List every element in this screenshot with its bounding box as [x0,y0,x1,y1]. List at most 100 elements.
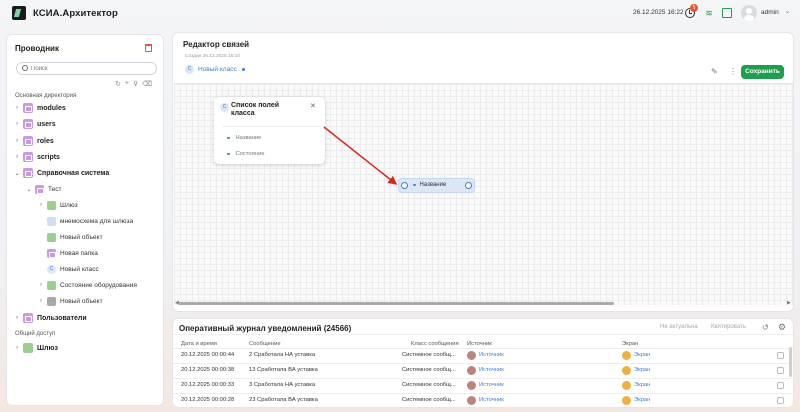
table-row[interactable]: 20.12.2025 00:00:28 23 Сработала ВА уста… [173,393,793,408]
tree-item-users-folder[interactable]: › Пользователи [13,311,87,325]
vertical-scrollbar[interactable] [789,347,792,377]
tree-item-users[interactable]: › users [13,117,56,131]
screen-link[interactable]: Экран [634,397,650,403]
chevron-down-icon[interactable]: ⌄ [25,186,33,193]
explorer-panel: Проводник ↻ + ⊽ ⌫ Основная директория › … [6,34,164,406]
chevron-right-icon[interactable]: › [13,138,21,144]
tree-item-gateway[interactable]: › Шлюз [37,198,78,212]
column-header-date[interactable]: Дата и время [181,341,217,347]
delete-icon[interactable]: ⌫ [142,80,152,88]
search-input[interactable] [31,64,151,73]
tree-item-mnemonic[interactable]: мнемосхема для шлюза [45,214,133,228]
more-icon[interactable]: ⋮ [729,67,737,76]
field-node[interactable]: Название [398,178,475,193]
tree-item-label: Справочная система [37,169,110,177]
pencil-icon[interactable]: ✎ [711,67,718,76]
node-port-left[interactable] [401,182,408,189]
tree-item-label: roles [37,137,54,145]
row-checkbox[interactable] [777,352,784,359]
tree-item-label: Состояние оборудования [60,281,137,289]
explorer-toolbar: ↻ + ⊽ ⌫ [115,80,152,88]
source-link[interactable]: Источник [479,352,504,358]
avatar[interactable] [741,5,757,21]
link-editor-panel: Редактор связей Создан 26.12.2025 15:10 … [172,32,794,312]
tree-item-new-object[interactable]: Новый объект [45,230,103,244]
column-header-screen[interactable]: Экран [622,341,638,347]
user-name[interactable]: admin [761,9,779,16]
app-logo [12,6,26,20]
screen-link[interactable]: Экран [634,352,650,358]
trash-icon[interactable] [145,44,152,52]
tree-item-shared-gateway[interactable]: › Шлюз [13,341,58,355]
class-icon: C [47,264,56,274]
tree-item-new-class[interactable]: C Новый класс [45,262,99,276]
source-link[interactable]: Источник [479,367,504,373]
mnemonic-icon [47,216,56,226]
screen-icon [622,366,631,375]
column-header-class[interactable]: Класс сообщения [411,341,459,347]
tree-item-modules[interactable]: › modules [13,101,66,115]
tree-item-reference-system[interactable]: ⌄ Справочная система [13,166,109,180]
tree-item-equipment-state[interactable]: › Состояние оборудования [37,278,137,292]
row-checkbox[interactable] [777,382,784,389]
table-row[interactable]: 20.12.2025 00:00:38 13 Сработала ВА уста… [173,363,793,378]
tree-item-label: Шлюз [37,344,58,352]
folder-icon [23,168,33,178]
column-header-source[interactable]: Источник [467,341,492,347]
chevron-right-icon[interactable]: › [13,315,21,321]
tree-item-label: scripts [37,153,60,161]
chevron-right-icon[interactable]: › [37,298,45,304]
chevron-right-icon[interactable]: › [13,105,21,111]
row-checkbox[interactable] [777,367,784,374]
source-icon [467,366,476,375]
cell-class: Системное сообщ... [402,397,456,403]
chevron-right-icon[interactable]: › [37,282,45,288]
search-field[interactable] [16,62,157,75]
folder-icon [23,313,33,323]
cell-date: 20.12.2025 00:00:33 [181,382,235,388]
source-link[interactable]: Источник [479,382,504,388]
horizontal-scrollbar[interactable] [178,302,614,305]
editor-title: Редактор связей [183,40,250,49]
journal-title: Оперативный журнал уведомлений (24566) [179,324,352,333]
disk-icon[interactable] [722,8,732,18]
tree-item-label: Новый объект [60,233,103,241]
save-button[interactable]: Сохранить [741,65,784,79]
acknowledge-button[interactable]: Квитировать [711,324,746,330]
scroll-right-icon[interactable]: ▶ [787,300,791,305]
tree-item-new-folder[interactable]: Новая папка [45,246,98,260]
screen-link[interactable]: Экран [634,367,650,373]
notification-badge[interactable]: 5 [690,4,698,12]
chevron-right-icon[interactable]: › [37,202,45,208]
tree-item-test[interactable]: ⌄ Тест [25,182,61,196]
chevron-right-icon[interactable]: › [13,345,21,351]
editor-canvas[interactable]: C Список полей класса ✕ Название Состоян… [174,83,793,305]
connection-arrow [323,126,398,185]
row-checkbox[interactable] [777,397,784,404]
column-header-message[interactable]: Сообщение [249,341,281,347]
chevron-right-icon[interactable]: › [13,121,21,127]
table-row[interactable]: 20.12.2025 00:00:33 3 Сработала НА устав… [173,378,793,393]
node-port-right[interactable] [465,182,472,189]
cell-date: 20.12.2025 00:00:44 [181,352,235,358]
history-icon[interactable]: ↺ [762,323,769,332]
search-icon [22,65,28,71]
screen-icon [622,396,631,405]
filter-icon[interactable]: ⊽ [133,80,138,88]
editor-class-tag[interactable]: C Новый класс [185,65,245,74]
chevron-down-icon[interactable]: ⌄ [785,8,790,15]
refresh-icon[interactable]: ↻ [115,80,121,88]
gear-icon[interactable]: ⚙ [778,322,786,333]
tree-item-new-object-2[interactable]: › Новый объект [37,294,103,308]
chevron-down-icon[interactable]: ⌄ [13,170,21,177]
tree-item-scripts[interactable]: › scripts [13,150,60,164]
table-row[interactable]: 20.12.2025 00:00:44 2 Сработала НА устав… [173,348,793,363]
source-link[interactable]: Источник [479,397,504,403]
tree-item-label: Новый класс [60,265,99,273]
tree-item-label: Новая папка [60,249,98,257]
tree-item-roles[interactable]: › roles [13,134,54,148]
mark-irrelevant-button[interactable]: Не актуальна [660,324,698,330]
chevron-right-icon[interactable]: › [13,154,21,160]
add-icon[interactable]: + [125,80,129,88]
screen-link[interactable]: Экран [634,382,650,388]
